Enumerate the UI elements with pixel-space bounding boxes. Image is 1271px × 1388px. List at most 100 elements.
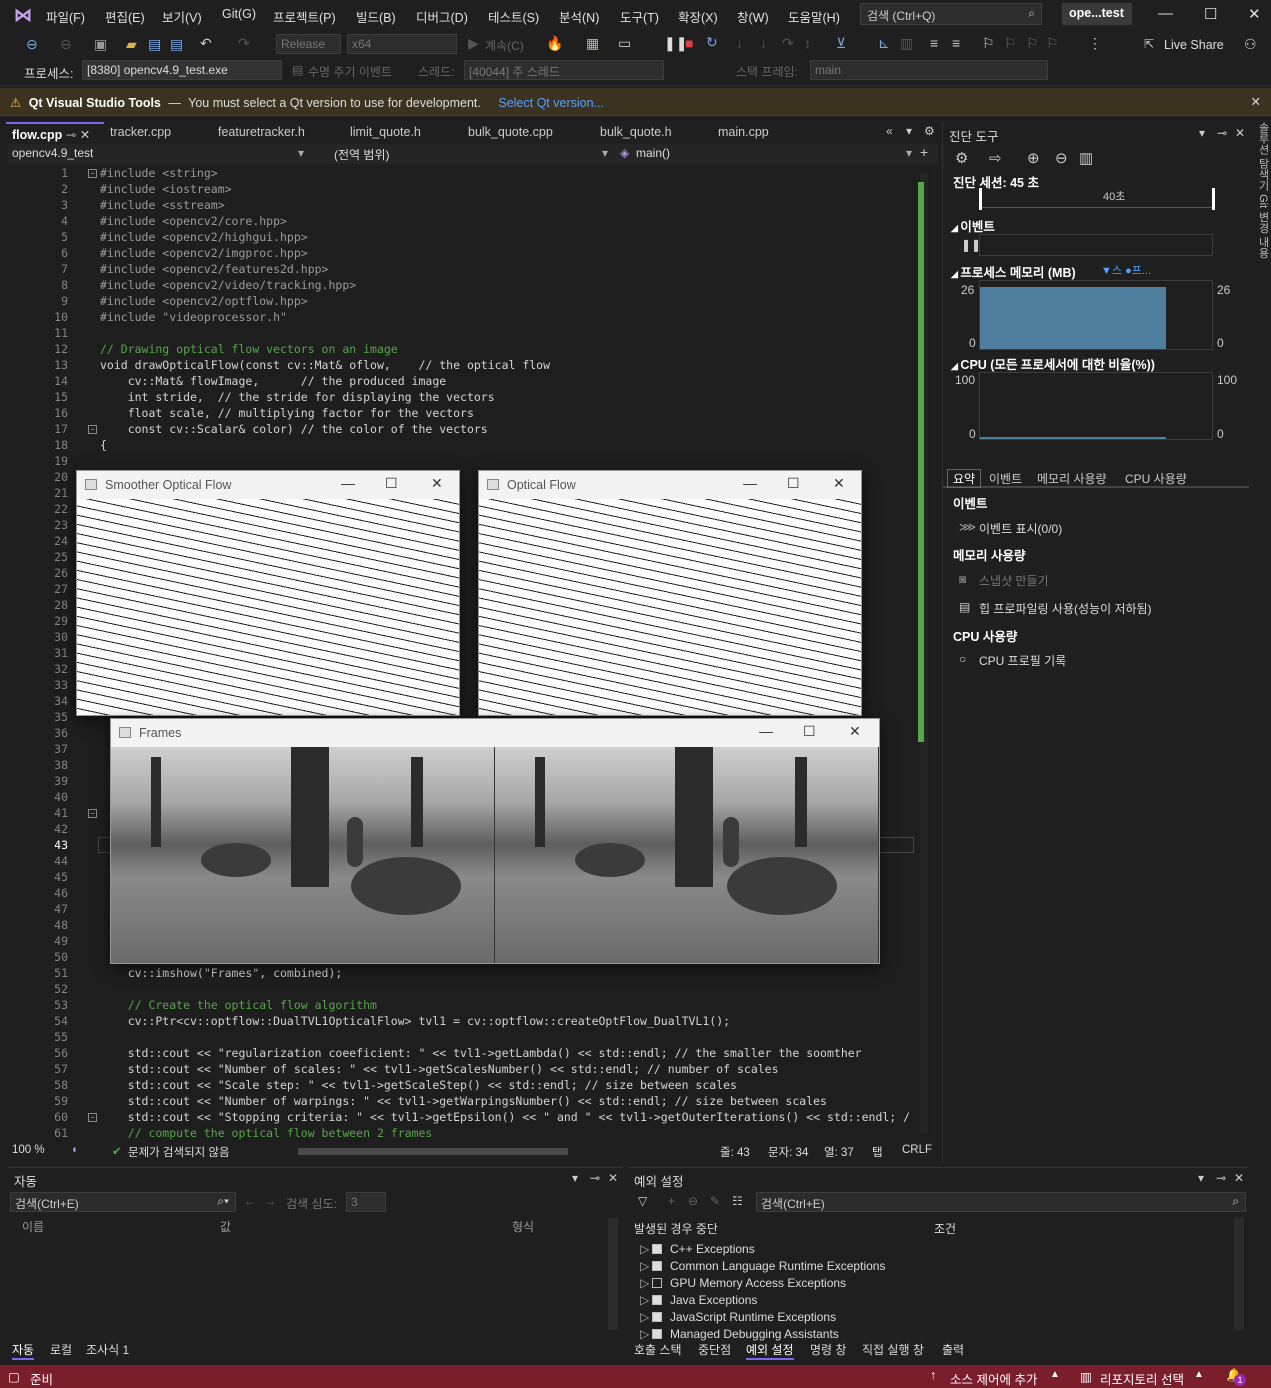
zoom-out-icon[interactable]: ⊖ <box>1055 149 1068 167</box>
tab-locals[interactable]: 로컬 <box>50 1341 72 1358</box>
exception-row[interactable]: ▷ JavaScript Runtime Exceptions <box>640 1310 836 1324</box>
code-line[interactable]: { <box>100 438 107 452</box>
tab-summary[interactable]: 요약 <box>947 469 982 488</box>
menu-file[interactable]: 파일(F) <box>46 7 85 26</box>
memory-icon[interactable]: ▥ <box>900 35 913 52</box>
menu-debug[interactable]: 디버그(D) <box>416 7 468 26</box>
close-icon[interactable]: ✕ <box>1251 94 1261 109</box>
zoom-in-icon[interactable]: ⊕ <box>1027 149 1040 167</box>
menu-project[interactable]: 프로젝트(P) <box>273 7 336 26</box>
code-line[interactable]: const cv::Scalar& color) // the color of… <box>100 422 488 436</box>
add-icon[interactable]: + <box>668 1194 675 1208</box>
code-line[interactable]: int stride, // the stride for displaying… <box>100 390 495 404</box>
autos-search-input[interactable]: 검색(Ctrl+E) ⌕▾ <box>10 1192 236 1212</box>
chevron-down-icon[interactable]: ▾ <box>1199 126 1205 140</box>
pin-icon[interactable]: ⊸ <box>1216 1171 1226 1185</box>
tab-featuretracker-h[interactable]: featuretracker.h <box>212 122 344 142</box>
menu-window[interactable]: 창(W) <box>737 7 769 26</box>
back-icon[interactable]: ⊖ <box>26 36 38 53</box>
exception-checkbox[interactable] <box>652 1261 662 1271</box>
bookmark-icon[interactable]: ⚐ <box>982 35 995 52</box>
menu-extensions[interactable]: 확장(X) <box>678 7 718 26</box>
platform-select[interactable]: x64 <box>347 34 457 54</box>
memory-section[interactable]: ◢ 프로세스 메모리 (MB) <box>951 262 1076 281</box>
search-icon[interactable]: ⌕ <box>1232 1194 1239 1209</box>
fold-toggle-icon[interactable]: − <box>88 425 97 434</box>
chevron-down-icon[interactable]: ▾ <box>602 146 608 160</box>
issues-status[interactable]: 문제가 검색되지 않음 <box>128 1144 230 1160</box>
indent-icon[interactable]: ≡ <box>930 35 938 51</box>
menu-build[interactable]: 빌드(B) <box>356 7 396 26</box>
horizontal-scrollbar[interactable] <box>298 1148 568 1155</box>
restart-icon[interactable]: ↻ <box>706 34 718 51</box>
close-icon[interactable]: ✕ <box>1248 5 1261 23</box>
exception-checkbox[interactable] <box>652 1329 662 1339</box>
config-select[interactable]: Release <box>276 34 341 54</box>
back-icon[interactable]: ← <box>244 1194 256 1208</box>
side-tool-strip[interactable]: 솔루션 탐색기 Git 변경 내용 <box>1250 122 1271 322</box>
tab-main-cpp[interactable]: main.cpp <box>712 122 810 142</box>
gear-icon[interactable]: ⚙ <box>924 124 935 138</box>
overflow-icon[interactable]: ⋮ <box>1088 35 1102 52</box>
code-line[interactable]: std::cout << "Number of warpings: " << t… <box>100 1094 827 1108</box>
stack-frame-select[interactable]: main <box>810 60 1048 80</box>
code-line[interactable]: std::cout << "Number of scales: " << tvl… <box>100 1062 779 1076</box>
filter-icon[interactable]: ▽ <box>638 1194 647 1208</box>
exception-checkbox[interactable] <box>652 1295 662 1305</box>
step-out-icon[interactable]: ↷ <box>782 35 794 52</box>
process-icon[interactable]: ▦ <box>586 35 599 52</box>
timeline-ruler[interactable]: 40초 <box>979 188 1215 210</box>
search-icon[interactable]: ⌕▾ <box>217 1194 229 1209</box>
menu-edit[interactable]: 편집(E) <box>105 7 145 26</box>
close-icon[interactable]: ✕ <box>833 475 845 492</box>
select-qt-version-link[interactable]: Select Qt version... <box>498 96 604 110</box>
code-line[interactable]: float scale, // multiplying factor for t… <box>100 406 474 420</box>
fold-toggle-icon[interactable]: − <box>88 809 97 818</box>
tab-watch-1[interactable]: 조사식 1 <box>86 1341 129 1358</box>
col-break-when-thrown[interactable]: 발생된 경우 중단 <box>634 1220 718 1237</box>
frames-window[interactable]: Frames — ☐ ✕ <box>110 718 880 964</box>
code-line[interactable]: std::cout << "Stopping criteria: " << tv… <box>100 1110 910 1124</box>
expand-icon[interactable]: ▷ <box>640 1293 652 1307</box>
code-line[interactable]: void drawOpticalFlow(const cv::Mat& oflo… <box>100 358 550 372</box>
exception-checkbox[interactable] <box>652 1278 662 1288</box>
lifecycle-events[interactable]: 수명 주기 이벤트 <box>308 63 392 80</box>
code-line[interactable]: #include <string> <box>100 166 218 180</box>
scope-dropdown[interactable]: (전역 범위) <box>334 146 390 163</box>
code-line[interactable]: // compute the optical flow between 2 fr… <box>100 1126 433 1140</box>
maximize-icon[interactable]: ☐ <box>787 475 800 492</box>
code-line[interactable]: #include <opencv2/optflow.hpp> <box>100 294 308 308</box>
forward-icon[interactable]: → <box>264 1194 276 1208</box>
pin-icon[interactable]: ⊸ <box>66 128 76 142</box>
expand-icon[interactable]: ▷ <box>640 1259 652 1273</box>
thread-select[interactable]: [40044] 주 스레드 <box>464 60 664 80</box>
new-item-icon[interactable]: ▣ <box>94 36 107 53</box>
exception-row[interactable]: ▷ Managed Debugging Assistants <box>640 1327 839 1341</box>
col-conditions[interactable]: 조건 <box>934 1220 956 1237</box>
code-line[interactable]: std::cout << "regularization coeeficient… <box>100 1046 862 1060</box>
code-line[interactable]: std::cout << "Scale step: " << tvl1->get… <box>100 1078 737 1092</box>
step-over-icon[interactable]: ↓ <box>736 35 743 51</box>
line-ending[interactable]: CRLF <box>902 1144 932 1156</box>
show-events-link[interactable]: 이벤트 표시(0/0) <box>979 520 1062 537</box>
tab-bulk-quote-cpp[interactable]: bulk_quote.cpp <box>462 122 592 142</box>
outdent-icon[interactable]: ≡ <box>952 35 960 51</box>
save-all-icon[interactable]: ▤ <box>170 36 183 53</box>
tab-exception-settings[interactable]: 예외 설정 <box>746 1341 794 1360</box>
code-line[interactable]: #include <opencv2/imgproc.hpp> <box>100 246 308 260</box>
col-type[interactable]: 형식 <box>512 1218 534 1235</box>
maximize-icon[interactable]: ☐ <box>1204 5 1217 23</box>
undo-icon[interactable]: ↶ <box>200 35 212 52</box>
expand-icon[interactable]: ▷ <box>640 1310 652 1324</box>
col-value[interactable]: 값 <box>220 1218 231 1235</box>
thread-icon[interactable]: ⊻ <box>836 35 846 52</box>
live-share-button[interactable]: Live Share <box>1164 38 1224 52</box>
code-line[interactable]: #include <opencv2/core.hpp> <box>100 214 287 228</box>
chevron-down-icon[interactable]: ▾ <box>572 1171 578 1185</box>
expand-icon[interactable]: ▷ <box>640 1242 652 1256</box>
export-icon[interactable]: ⇨ <box>989 149 1002 167</box>
tab-immediate-window[interactable]: 직접 실행 창 <box>862 1341 924 1358</box>
vertical-scrollbar[interactable] <box>1234 1218 1244 1330</box>
close-icon[interactable]: ✕ <box>608 1171 618 1185</box>
code-line[interactable]: #include <opencv2/features2d.hpp> <box>100 262 328 276</box>
